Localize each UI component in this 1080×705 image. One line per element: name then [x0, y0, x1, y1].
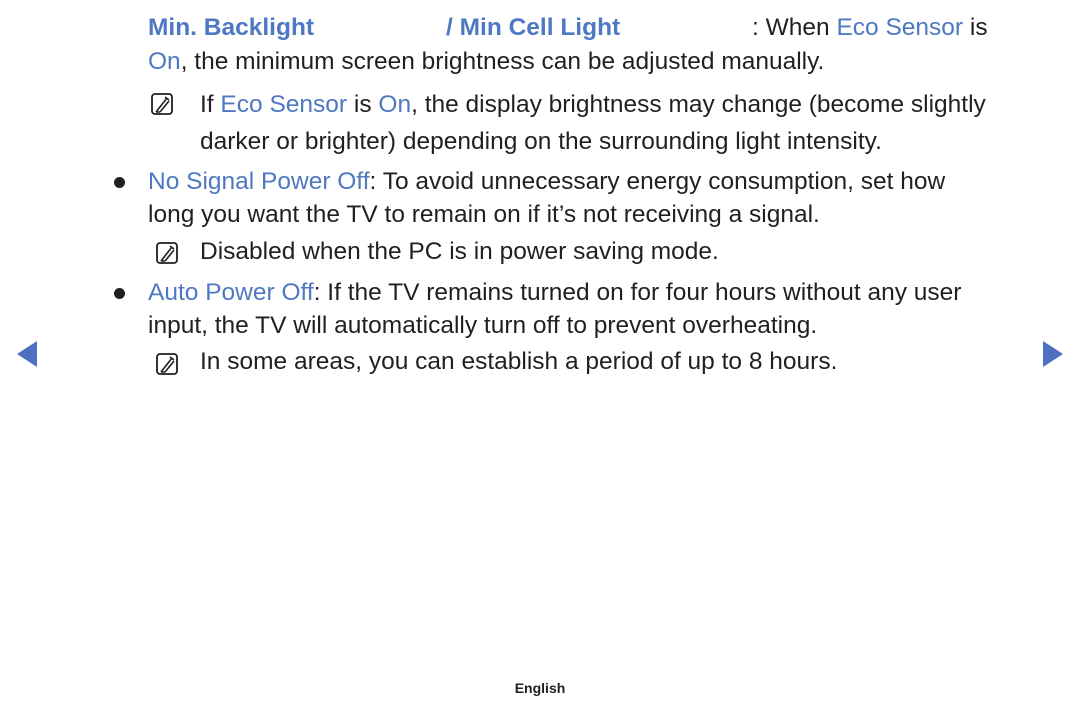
eco-sensor-term: Eco Sensor	[220, 91, 348, 118]
note-eco-sensor-line2: darker or brighter) depending on the sur…	[200, 128, 882, 155]
min-backlight-desc-line2: On, the minimum screen brightness can be…	[148, 47, 824, 77]
next-page-icon[interactable]	[1043, 341, 1063, 367]
on-term: On	[148, 48, 181, 75]
text: : To avoid unnecessary energy consumptio…	[369, 168, 946, 195]
previous-page-icon[interactable]	[17, 341, 37, 367]
min-cell-light-label: / Min Cell Light	[446, 14, 621, 41]
text: : If the TV remains turned on for four h…	[313, 279, 962, 306]
text: : When	[752, 14, 837, 41]
bullet	[114, 288, 125, 299]
eco-sensor-term: Eco Sensor	[836, 14, 964, 41]
no-signal-power-off-label: No Signal Power Off	[148, 168, 370, 195]
auto-power-off-label: Auto Power Off	[148, 279, 314, 306]
note-eco-sensor: If Eco Sensor is On, the display brightn…	[200, 90, 986, 120]
min-backlight-desc: : When Eco Sensor is	[752, 13, 988, 43]
text: , the display brightness may change (bec…	[411, 91, 986, 118]
auto-power-line: Auto Power Off: If the TV remains turned…	[148, 278, 961, 308]
text: If	[200, 91, 221, 118]
min-backlight-line: Min. Backlight	[148, 13, 314, 43]
no-signal-note: Disabled when the PC is in power saving …	[200, 238, 719, 265]
auto-power-line2: input, the TV will automatically turn of…	[148, 312, 818, 339]
min-cell-light-line: / Min Cell Light	[446, 13, 620, 43]
min-backlight-label: Min. Backlight	[148, 14, 315, 41]
no-signal-line: No Signal Power Off: To avoid unnecessar…	[148, 167, 945, 197]
bullet	[114, 177, 125, 188]
no-signal-line2: long you want the TV to remain on if it’…	[148, 201, 820, 228]
note-icon	[156, 353, 178, 375]
footer-language: English	[514, 680, 566, 696]
text: is	[347, 91, 379, 118]
note-icon	[151, 93, 173, 115]
note-icon	[156, 242, 178, 264]
text: is	[963, 14, 988, 41]
on-term: On	[378, 91, 412, 118]
text: , the minimum screen brightness can be a…	[180, 48, 825, 75]
auto-power-note: In some areas, you can establish a perio…	[200, 348, 838, 375]
